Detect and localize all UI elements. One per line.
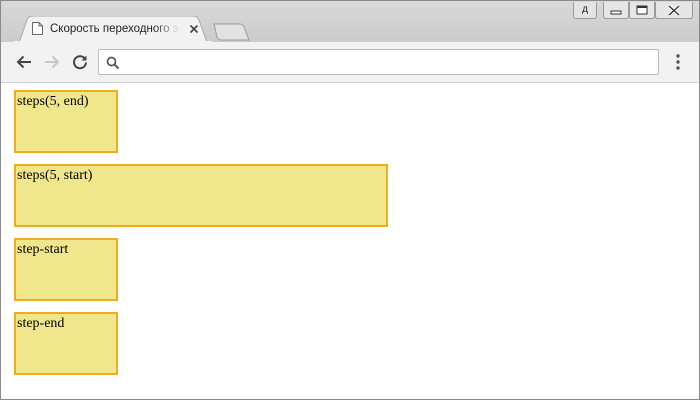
transition-box-step-end: step-end	[14, 312, 118, 375]
address-input[interactable]	[125, 53, 649, 73]
active-tab[interactable]: Скорость переходного эффекта	[13, 16, 213, 43]
close-icon[interactable]	[187, 22, 201, 36]
page-icon	[32, 22, 43, 35]
minimize-button[interactable]	[603, 2, 629, 19]
box-label: steps(5, end)	[17, 94, 89, 109]
transition-box-steps-5-end: steps(5, end)	[14, 90, 118, 153]
search-icon	[106, 56, 120, 70]
reload-icon[interactable]	[71, 53, 89, 71]
arrow-right-icon[interactable]	[43, 53, 61, 71]
tab-title: Скорость переходного эффекта	[50, 23, 180, 35]
browser-window: Скорость переходного эффекта д	[0, 0, 700, 400]
box-label: steps(5, start)	[17, 168, 93, 183]
transition-box-step-start: step-start	[14, 238, 118, 301]
address-bar[interactable]	[98, 49, 659, 75]
box-label: step-start	[17, 242, 69, 257]
window-close-button[interactable]	[655, 2, 693, 19]
transition-box-steps-5-start: steps(5, start)	[14, 164, 388, 227]
restore-icon	[629, 2, 655, 19]
minimize-icon	[603, 2, 629, 19]
close-icon	[655, 2, 693, 19]
page-content: steps(5, end) steps(5, start) step-start…	[1, 83, 699, 399]
arrow-left-icon[interactable]	[15, 53, 33, 71]
new-tab-icon[interactable]	[213, 23, 251, 41]
more-vertical-icon[interactable]	[672, 53, 684, 71]
user-profile-badge[interactable]: д	[573, 2, 597, 19]
tab-strip: Скорость переходного эффекта д	[1, 1, 699, 43]
restore-button[interactable]	[629, 2, 655, 19]
browser-toolbar	[1, 42, 699, 83]
box-label: step-end	[17, 316, 65, 331]
